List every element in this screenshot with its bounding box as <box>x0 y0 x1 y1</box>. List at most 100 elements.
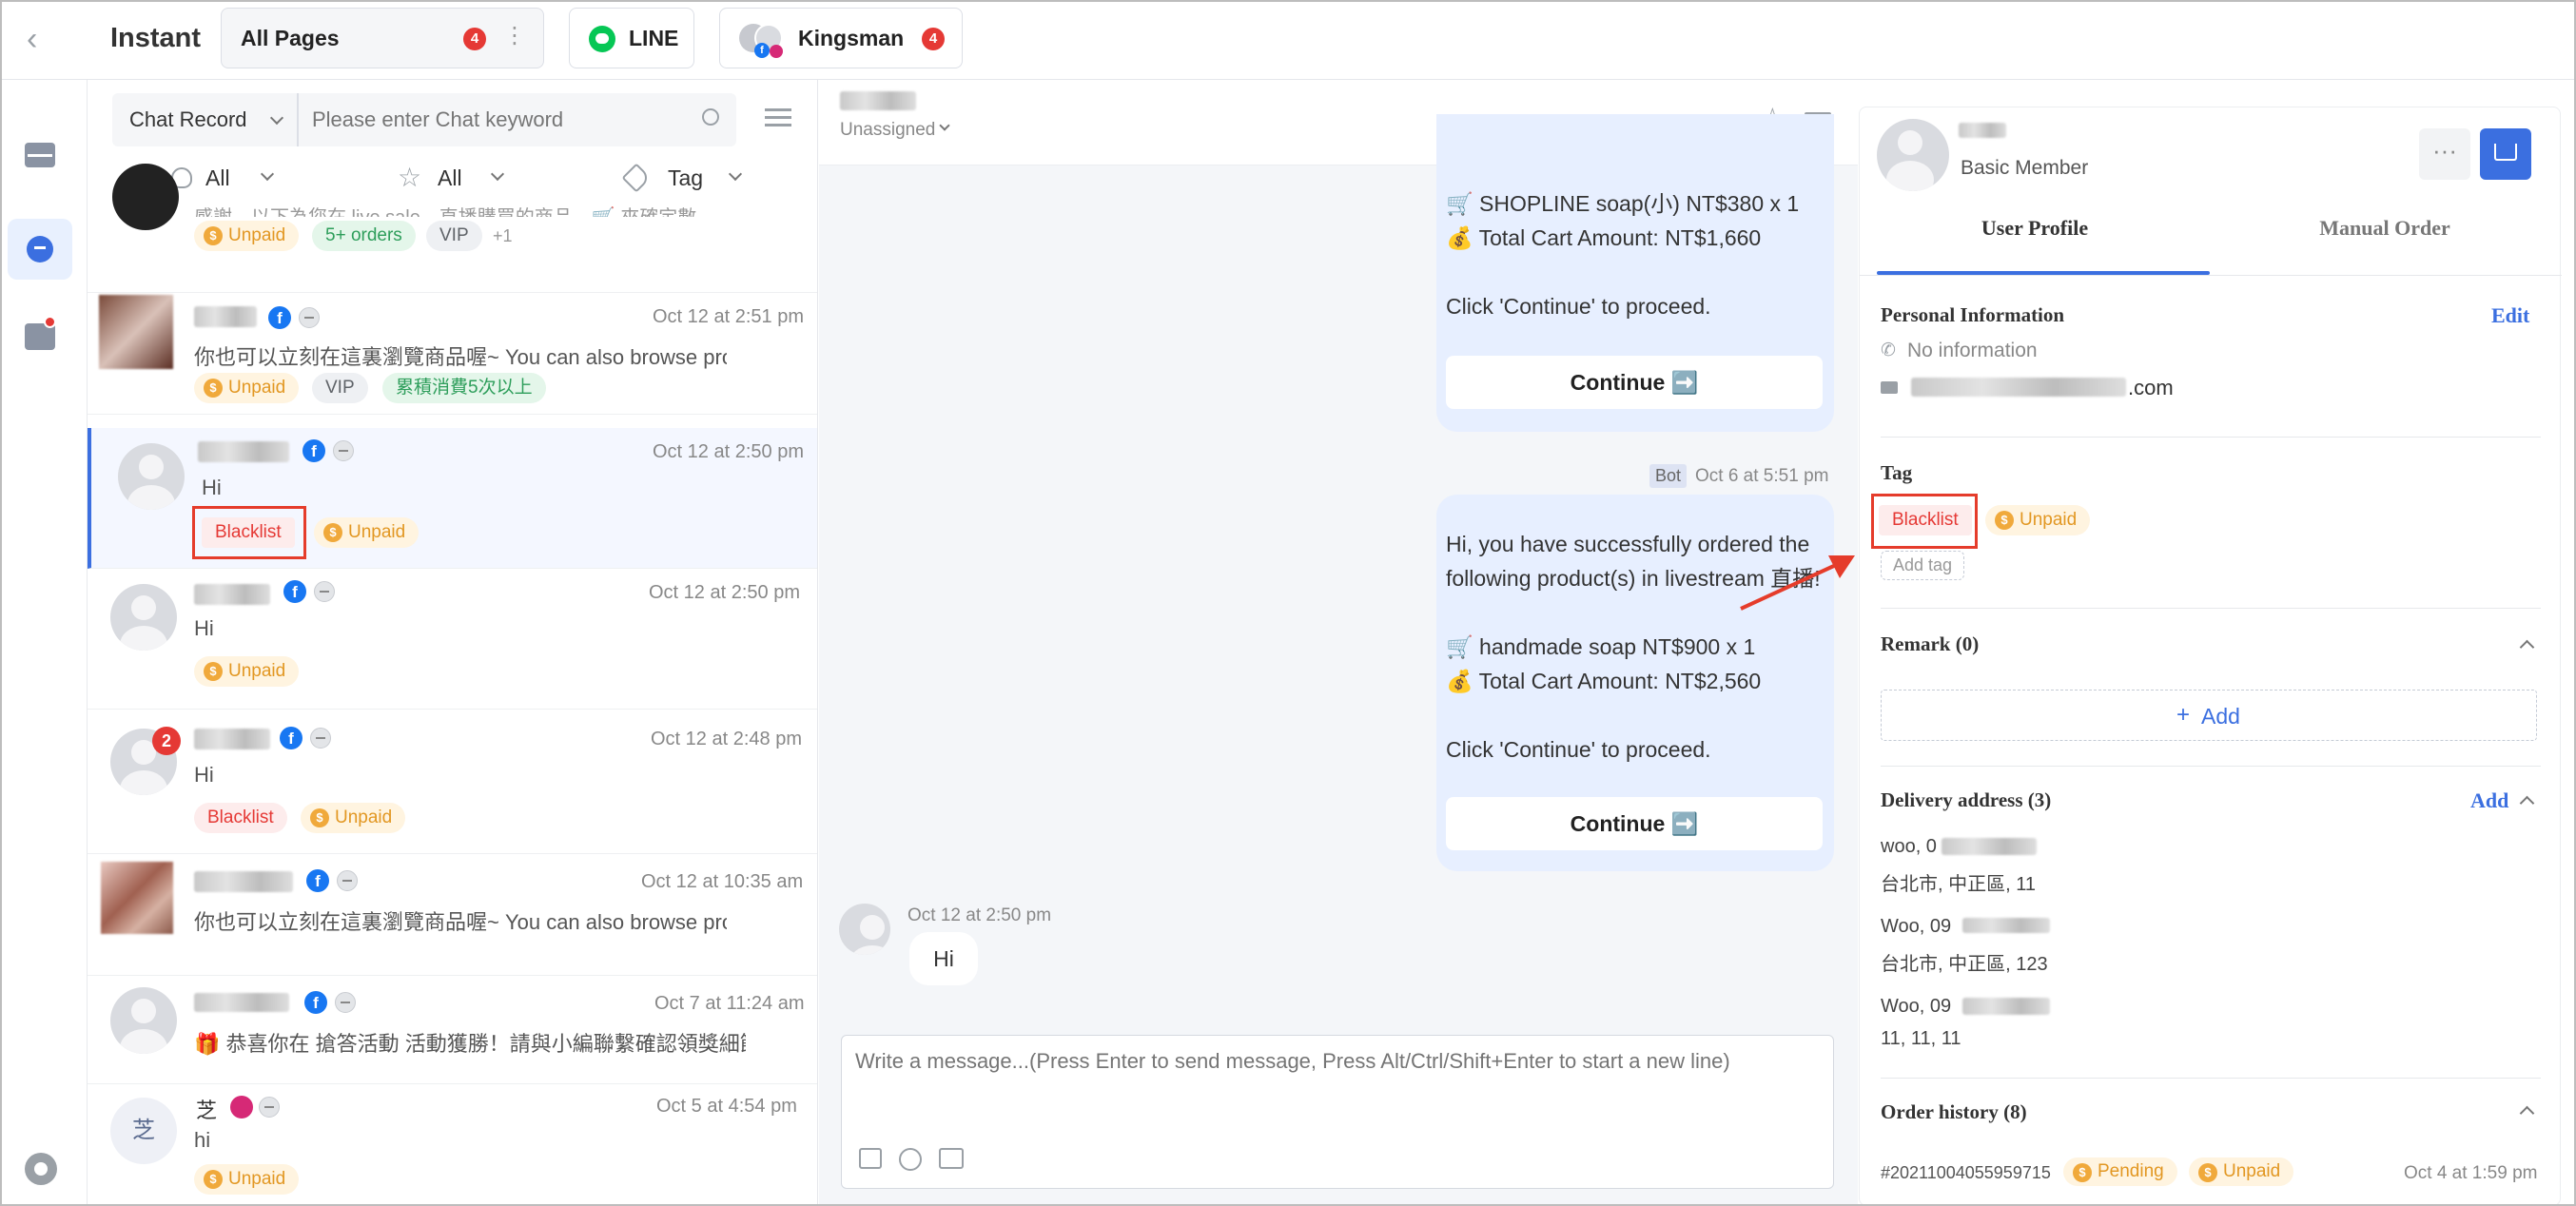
quick-reply-icon[interactable] <box>859 1148 882 1169</box>
chat-row-selected[interactable]: f Oct 12 at 2:50 pm Hi Blacklist Unpaid <box>88 428 817 569</box>
phone-value: No information <box>1907 340 2038 361</box>
annotation-box <box>1871 494 1978 549</box>
list-view-icon[interactable] <box>765 107 791 129</box>
avatar <box>118 443 185 510</box>
chat-row[interactable]: 感謝，以下為您在 live sale，直播購買的商品，🛒 來確定數... Unp… <box>88 164 817 293</box>
tab-manual-order[interactable]: Manual Order <box>2210 216 2560 241</box>
more-tags-count: +1 <box>493 226 513 245</box>
contact-name <box>840 91 916 110</box>
contact-name: 芝 <box>196 1099 218 1122</box>
tag-unpaid: Unpaid <box>194 221 300 251</box>
divider <box>1881 437 2541 438</box>
row-message: Hi <box>194 616 214 640</box>
chevron-up-icon[interactable] <box>2519 795 2535 811</box>
star-filter[interactable]: ☆ All <box>398 162 531 196</box>
message-composer[interactable] <box>841 1035 1834 1189</box>
facebook-icon: f <box>283 580 306 603</box>
address-name: Woo, 09 <box>1881 996 1952 1017</box>
message-input[interactable] <box>855 1049 1816 1116</box>
email-value-hidden <box>1911 378 2126 397</box>
avatar <box>110 584 177 651</box>
chat-row[interactable]: f Oct 12 at 10:35 am 你也可以立刻在這裏瀏覽商品喔~ You… <box>88 854 817 976</box>
contact-name <box>198 441 289 462</box>
image-icon[interactable] <box>939 1148 964 1169</box>
add-address-button[interactable]: Add <box>2470 788 2508 813</box>
divider <box>1881 766 2541 767</box>
instagram-icon <box>770 45 783 58</box>
chat-row[interactable]: 芝 芝 Oct 5 at 4:54 pm hi Unpaid <box>88 1084 817 1206</box>
chat-row[interactable]: f Oct 12 at 2:51 pm 你也可以立刻在這裏瀏覽商品喔~ You … <box>88 293 817 415</box>
row-time: Oct 7 at 11:24 am <box>654 993 805 1014</box>
add-tag-button[interactable]: Add tag <box>1881 551 1965 580</box>
add-remark-button[interactable]: + Add <box>1881 690 2537 741</box>
divider <box>1881 608 2541 609</box>
order-history-title: Order history (8) <box>1881 1100 2027 1123</box>
assignee-select[interactable]: Unassigned <box>840 120 935 141</box>
back-icon[interactable]: ‹ <box>27 21 37 58</box>
order-id[interactable]: #20211004055959715 <box>1881 1163 2051 1183</box>
chat-search-input[interactable] <box>312 105 693 135</box>
tag-filter-label: Tag <box>668 165 704 190</box>
chat-row[interactable]: f Oct 7 at 11:24 am 🎁 恭喜你在 搶答活動 活動獲勝！請與小… <box>88 976 817 1084</box>
assignee-filter-label: All <box>205 165 230 190</box>
order-time: Oct 4 at 1:59 pm <box>2404 1163 2538 1183</box>
order-status-pending: Pending <box>2063 1157 2177 1186</box>
continue-button[interactable]: Continue ➡️ <box>1446 356 1823 409</box>
facebook-icon: f <box>302 439 325 462</box>
status-icon <box>259 1097 280 1118</box>
row-time: Oct 12 at 2:51 pm <box>653 306 804 327</box>
tag-filter[interactable]: Tag <box>621 162 759 196</box>
phone-hidden <box>1962 918 2050 933</box>
address-line: 台北市, 中正區, 123 <box>1881 954 2048 975</box>
search-icon[interactable] <box>702 108 719 126</box>
record-type-select[interactable]: Chat Record <box>112 93 297 146</box>
continue-button[interactable]: Continue ➡️ <box>1446 797 1823 850</box>
more-vertical-icon[interactable]: ⋮ <box>503 22 526 49</box>
more-options-button[interactable]: ··· <box>2419 128 2470 180</box>
line-channel-tab[interactable]: LINE <box>569 8 694 68</box>
notification-dot <box>44 316 56 328</box>
rail-item-chat[interactable] <box>8 219 72 280</box>
cart-icon <box>2494 144 2517 161</box>
broadcast-icon[interactable] <box>25 316 56 350</box>
cart-button[interactable] <box>2480 128 2531 180</box>
row-time: Oct 12 at 2:50 pm <box>649 582 800 603</box>
incoming-time: Oct 12 at 2:50 pm <box>907 905 1052 925</box>
tag-title: Tag <box>1881 461 1913 484</box>
assignee-filter[interactable]: All <box>171 162 304 196</box>
account-badge: 4 <box>922 28 945 50</box>
chevron-up-icon[interactable] <box>2519 639 2535 655</box>
row-message: 你也可以立刻在這裏瀏覽商品喔~ You can also browse prod… <box>194 345 727 369</box>
emoji-icon[interactable] <box>899 1148 922 1171</box>
tag-unpaid: Unpaid <box>194 1164 300 1195</box>
personal-info-title: Personal Information <box>1881 303 2065 326</box>
chat-search-box[interactable] <box>297 93 736 146</box>
facebook-icon: f <box>280 727 302 749</box>
tag-unpaid: Unpaid <box>301 803 406 833</box>
customer-name <box>1959 123 2006 138</box>
chat-row[interactable]: 2 f Oct 12 at 2:48 pm Hi Blacklist Unpai… <box>88 710 817 854</box>
settings-icon[interactable] <box>25 1153 57 1185</box>
address-name: woo, 0 <box>1881 836 1937 857</box>
status-icon <box>310 728 331 749</box>
tab-user-profile[interactable]: User Profile <box>1860 216 2210 241</box>
row-time: Oct 12 at 10:35 am <box>641 871 804 892</box>
chat-row[interactable]: f Oct 12 at 2:50 pm Hi Unpaid <box>88 569 817 710</box>
edit-button[interactable]: Edit <box>2491 303 2529 328</box>
chevron-down-icon <box>260 166 275 182</box>
account-label: Kingsman <box>798 26 905 50</box>
account-tab[interactable]: f Kingsman 4 <box>719 8 963 68</box>
tag-blacklist: Blacklist <box>194 803 287 833</box>
chat-icon <box>27 236 53 263</box>
page-selector[interactable]: All Pages 4 ⋮ <box>221 8 544 68</box>
page-selector-label: All Pages <box>241 26 340 50</box>
avatar <box>112 164 179 230</box>
row-time: Oct 5 at 4:54 pm <box>656 1096 797 1117</box>
row-time: Oct 12 at 2:48 pm <box>651 729 802 749</box>
chevron-down-icon <box>728 166 743 182</box>
chevron-up-icon[interactable] <box>2519 1105 2535 1121</box>
row-message: Hi <box>202 476 222 499</box>
address-line: 11, 11, 11 <box>1881 1028 1961 1049</box>
inbox-icon[interactable] <box>25 143 55 167</box>
tag-unpaid: Unpaid <box>1985 505 2091 535</box>
